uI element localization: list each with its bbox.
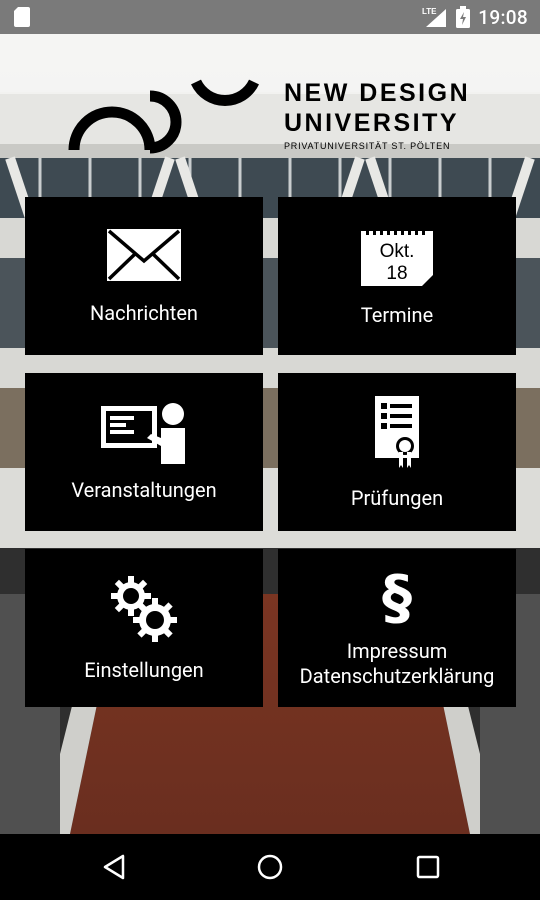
pruefungen-label: Prüfungen xyxy=(350,485,444,510)
recents-icon[interactable] xyxy=(413,852,443,882)
svg-text:NEW DESIGN: NEW DESIGN xyxy=(284,79,470,107)
veranstaltungen-tile[interactable]: Veranstaltungen xyxy=(25,373,263,531)
svg-text:LTE: LTE xyxy=(422,7,437,16)
veranstaltungen-label: Veranstaltungen xyxy=(71,477,217,502)
termine-label: Termine xyxy=(360,302,434,327)
battery-icon xyxy=(456,6,471,28)
pruefungen-tile[interactable]: Prüfungen xyxy=(278,373,516,531)
certificate-icon xyxy=(375,395,419,468)
university-logo: NEW DESIGN UNIVERSITY PRIVATUNIVERSITÄT … xyxy=(0,34,540,154)
impressum-tile[interactable]: § Impressum Datenschutzerklärung xyxy=(278,549,516,707)
paragraph-icon: § xyxy=(382,563,412,633)
navigation-bar xyxy=(0,834,540,900)
home-icon[interactable] xyxy=(255,852,285,882)
impressum-label: Impressum xyxy=(346,639,448,663)
status-bar: LTE 19:08 xyxy=(0,0,540,34)
sd-card-icon xyxy=(14,7,30,27)
svg-text:18: 18 xyxy=(386,263,407,284)
einstellungen-label: Einstellungen xyxy=(84,657,204,682)
home-screen: NEW DESIGN UNIVERSITY PRIVATUNIVERSITÄT … xyxy=(0,34,540,834)
back-icon[interactable] xyxy=(100,852,130,882)
datenschutz-label: Datenschutzerklärung xyxy=(299,664,495,688)
envelope-icon xyxy=(107,228,181,281)
gears-icon xyxy=(111,575,177,642)
svg-text:Okt.: Okt. xyxy=(380,241,415,262)
calendar-icon: Okt. 18 xyxy=(361,226,433,286)
nachrichten-label: Nachrichten xyxy=(90,300,198,325)
svg-text:PRIVATUNIVERSITÄT ST. PÖLTEN: PRIVATUNIVERSITÄT ST. PÖLTEN xyxy=(284,141,450,151)
clock: 19:08 xyxy=(478,5,528,29)
einstellungen-tile[interactable]: Einstellungen xyxy=(25,549,263,707)
svg-text:UNIVERSITY: UNIVERSITY xyxy=(284,109,459,137)
nachrichten-tile[interactable]: Nachrichten xyxy=(25,197,263,355)
termine-tile[interactable]: Okt. 18 Termine xyxy=(278,197,516,355)
presentation-icon xyxy=(101,402,185,464)
signal-icon: LTE xyxy=(422,7,447,27)
